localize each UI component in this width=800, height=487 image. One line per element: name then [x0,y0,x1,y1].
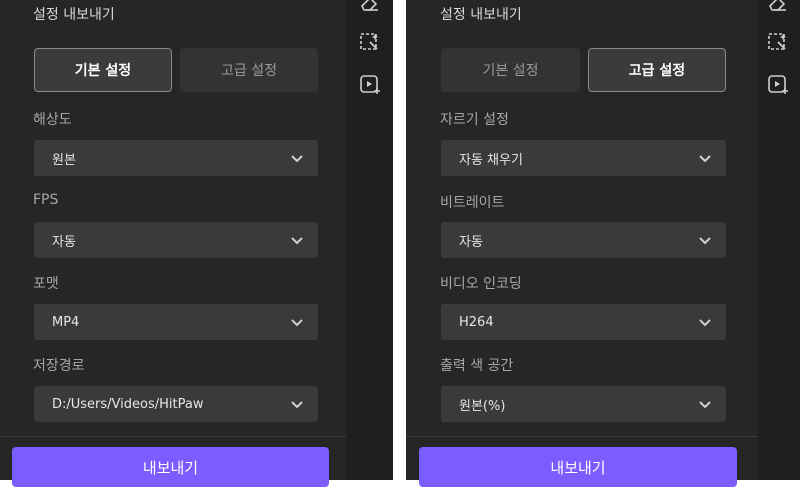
output-color-space-label: 출력 색 공간 [440,358,514,374]
bitrate-label: 비트레이트 [440,195,505,211]
bitrate-value: 자동 [459,234,483,250]
save-path-value: D:/Users/Videos/HitPaw [52,396,204,412]
chevron-down-icon [699,155,711,163]
eraser-icon[interactable] [766,0,790,14]
divider [0,436,346,437]
chevron-down-icon [699,319,711,327]
resolution-value: 원본 [52,152,76,168]
chevron-down-icon [699,237,711,245]
tab-advanced-settings[interactable]: 고급 설정 [588,48,726,92]
tab-basic-settings[interactable]: 기본 설정 [441,48,580,92]
export-button[interactable]: 내보내기 [12,447,329,487]
bitrate-select[interactable]: 자동 [441,222,726,258]
panel-title: 설정 내보내기 [33,7,115,23]
chevron-down-icon [291,155,303,163]
save-path-label: 저장경로 [33,358,85,374]
tool-strip [758,0,800,480]
eraser-icon[interactable] [358,0,382,14]
selection-icon[interactable] [358,30,382,54]
selection-icon[interactable] [766,30,790,54]
crop-settings-label: 자르기 설정 [440,112,509,128]
tab-advanced-settings[interactable]: 고급 설정 [180,48,318,92]
chevron-down-icon [699,401,711,409]
divider [406,436,758,437]
fps-select[interactable]: 자동 [34,222,318,258]
video-add-icon[interactable] [766,73,790,97]
video-encoding-value: H264 [459,314,494,330]
resolution-select[interactable]: 원본 [34,140,318,176]
video-encoding-select[interactable]: H264 [441,304,726,340]
export-button[interactable]: 내보내기 [419,447,737,487]
tool-strip [346,0,393,480]
video-encoding-label: 비디오 인코딩 [440,276,522,292]
chevron-down-icon [291,401,303,409]
chevron-down-icon [291,237,303,245]
format-select[interactable]: MP4 [34,304,318,340]
crop-settings-value: 자동 채우기 [459,152,523,168]
format-value: MP4 [52,314,80,330]
crop-settings-select[interactable]: 자동 채우기 [441,140,726,176]
resolution-label: 해상도 [33,112,72,128]
chevron-down-icon [291,319,303,327]
fps-value: 자동 [52,234,76,250]
video-add-icon[interactable] [358,73,382,97]
export-settings-panel-basic: 설정 내보내기 기본 설정 고급 설정 해상도 원본 FPS 자동 포맷 MP4… [0,0,346,487]
export-settings-panel-advanced: 설정 내보내기 기본 설정 고급 설정 자르기 설정 자동 채우기 비트레이트 … [406,0,758,487]
fps-label: FPS [33,192,59,208]
output-color-space-value: 원본(%) [459,398,506,414]
output-color-space-select[interactable]: 원본(%) [441,386,726,422]
panel-title: 설정 내보내기 [440,7,522,23]
save-path-select[interactable]: D:/Users/Videos/HitPaw [34,386,318,422]
format-label: 포맷 [33,276,59,292]
tab-basic-settings[interactable]: 기본 설정 [34,48,172,92]
